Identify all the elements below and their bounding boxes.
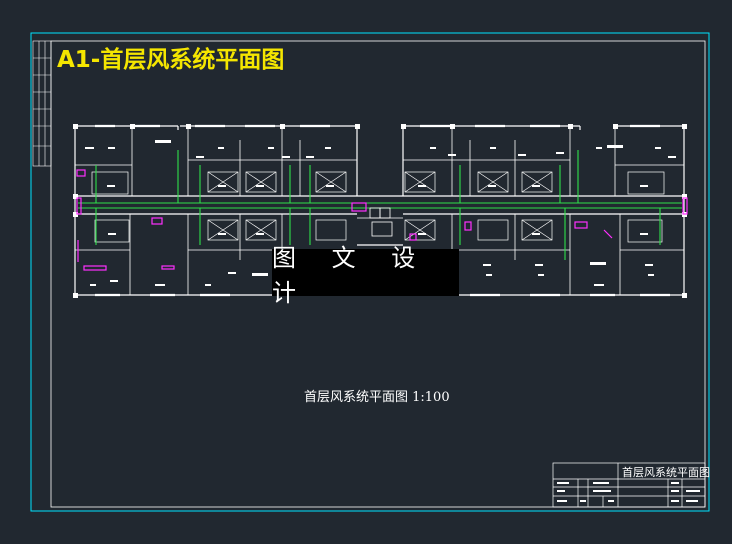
drawing-title: A1-首层风系统平面图	[57, 46, 284, 73]
watermark-box: 图 文 设 计	[272, 244, 459, 307]
central-core	[357, 207, 403, 237]
title-block-marks	[557, 482, 700, 502]
watermark-text: 图 文 设 计	[272, 243, 430, 307]
left-revision-strip	[32, 40, 52, 167]
drawing-caption: 首层风系统平面图 1:100	[304, 390, 450, 405]
title-block-name: 首层风系统平面图	[622, 465, 710, 479]
